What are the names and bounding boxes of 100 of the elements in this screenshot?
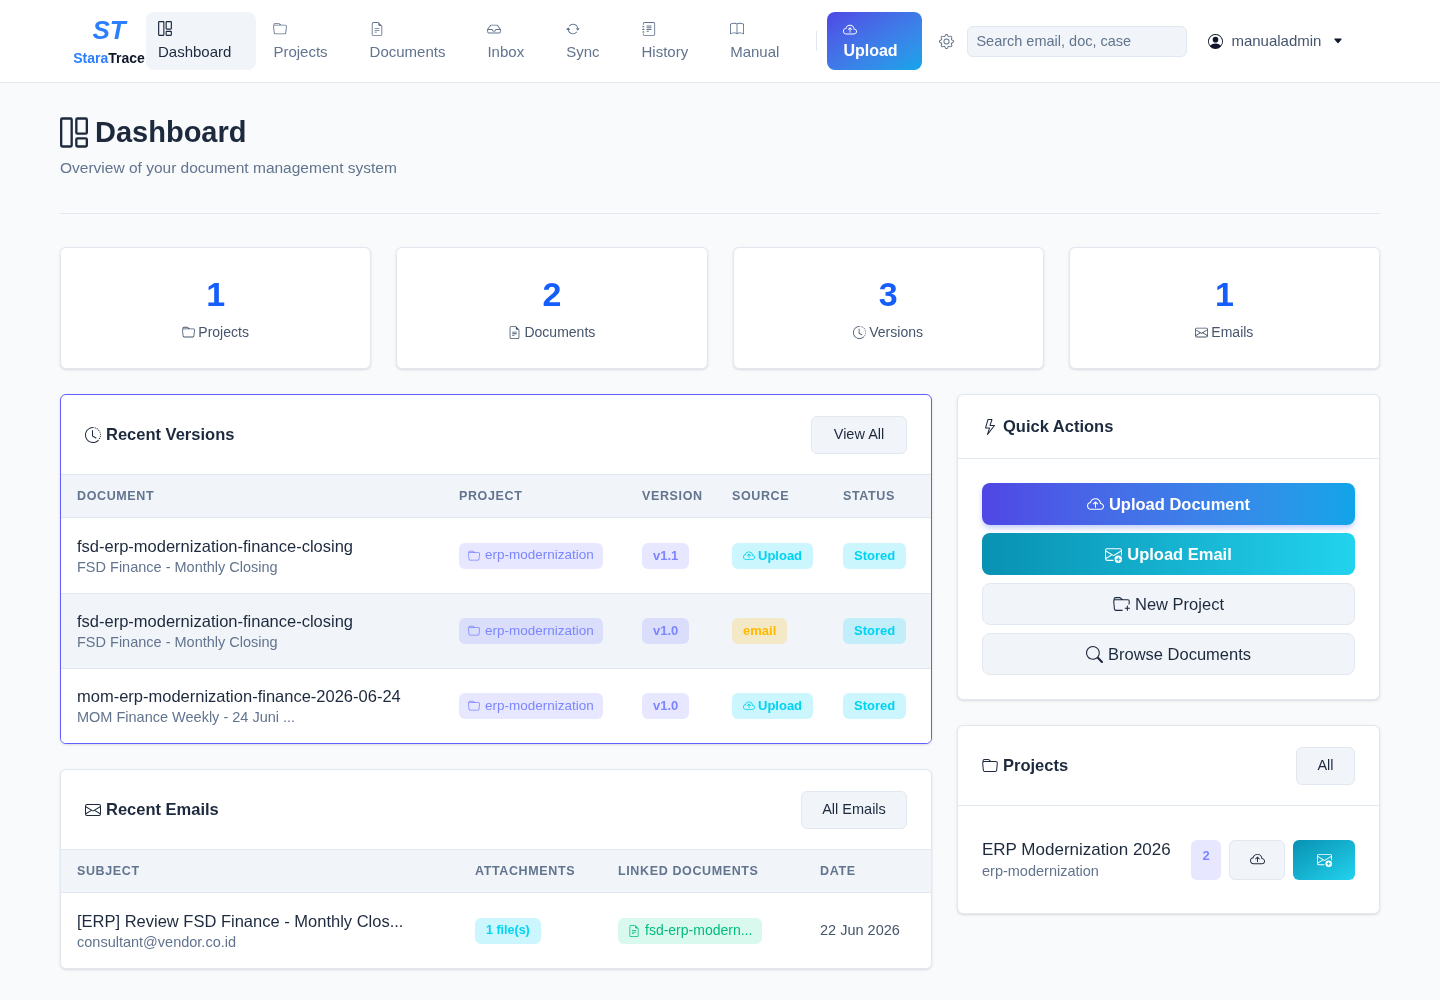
clock-icon <box>85 426 101 443</box>
view-all-button[interactable]: View All <box>811 415 907 454</box>
envelope-icon <box>1195 325 1209 339</box>
nav-tab[interactable]: Projects <box>261 12 353 70</box>
upload-document-button[interactable] <box>1229 839 1285 880</box>
cloud-upload-icon <box>843 22 858 37</box>
column-header: DATE <box>820 862 857 880</box>
upload-button[interactable]: Upload <box>827 12 923 70</box>
document-description: MOM Finance Weekly - 24 Juni ... <box>77 708 297 727</box>
column-header: SUBJECT <box>77 862 141 880</box>
version-tag: v1.0 <box>642 693 690 719</box>
column-header: STATUS <box>843 487 896 505</box>
folder-icon <box>273 21 288 36</box>
status-tag: Stored <box>843 693 907 719</box>
settings-icon[interactable] <box>939 33 955 49</box>
book-icon <box>730 21 745 36</box>
page-subtitle: Overview of your document management system <box>60 158 398 178</box>
stat-value: 1 <box>206 275 226 313</box>
journal-icon <box>641 21 656 36</box>
document-name: fsd-erp-modernization-finance-closing <box>77 535 355 557</box>
envelope-icon <box>85 801 101 818</box>
stat-value: 3 <box>878 275 898 313</box>
column-header: VERSION <box>642 487 704 505</box>
card-title: Projects <box>1003 755 1069 777</box>
cloud-upload-icon <box>1086 495 1104 513</box>
stat-label: Projects <box>198 323 249 341</box>
column-header: PROJECT <box>459 487 524 505</box>
card-title: Recent Emails <box>106 799 219 821</box>
envelope-plus-icon <box>1105 545 1123 563</box>
nav-tab[interactable]: Documents <box>357 12 471 70</box>
caret-icon <box>1333 36 1344 46</box>
column-header: SOURCE <box>732 487 791 505</box>
envelope-plus-icon <box>1316 852 1332 867</box>
quick-action-button[interactable]: Upload Email <box>982 533 1355 575</box>
quick-action-button[interactable]: Browse Documents <box>982 633 1355 675</box>
document-icon <box>628 924 640 937</box>
search-icon <box>1085 645 1103 663</box>
cloud-upload-icon <box>743 700 755 712</box>
document-name: mom-erp-modernization-finance-2026-06-24 <box>77 686 402 707</box>
document-description: FSD Finance - Monthly Closing <box>77 557 279 577</box>
logo-mark: ST <box>92 15 126 44</box>
quick-action-button[interactable]: New Project <box>982 583 1355 625</box>
attachment-count-tag: 1 file(s) <box>475 917 541 944</box>
version-tag: v1.1 <box>642 542 690 569</box>
project-link[interactable]: erp-modernization <box>459 542 603 569</box>
document-icon <box>369 21 384 36</box>
card-title: Quick Actions <box>1003 416 1114 438</box>
nav-tab[interactable]: Manual <box>718 12 805 70</box>
stat-label: Versions <box>869 323 923 341</box>
nav-tab[interactable]: Dashboard <box>146 12 257 70</box>
source-label: Upload <box>758 546 803 565</box>
status-tag: Stored <box>843 618 907 644</box>
table-row[interactable]: [ERP] Review FSD Finance - Monthly Clos... consultant@vendor.co.id 1 file(s) fsd-erp-modern... 22 Jun 2026 <box>61 893 931 968</box>
nav-tab[interactable]: Sync <box>554 12 625 70</box>
project-link[interactable]: erp-modernization <box>459 693 603 719</box>
email-date: 22 Jun 2026 <box>820 920 901 940</box>
column-header: DOCUMENT <box>77 487 156 505</box>
folder-icon <box>468 549 480 562</box>
stat-value: 1 <box>1214 275 1234 313</box>
table-row[interactable]: mom-erp-modernization-finance-2026-06-24 MOM Finance Weekly - 24 Juni ... erp-modernization v1.0 Upload Stored <box>61 668 931 743</box>
table-row[interactable]: fsd-erp-modernization-finance-closing FSD Finance - Monthly Closing erp-modernization v1.1 Upload Stored <box>61 518 931 593</box>
column-header: ATTACHMENTS <box>475 862 577 880</box>
document-count-tag: 2 <box>1191 839 1221 880</box>
folder-icon <box>468 700 480 712</box>
all-projects-button[interactable]: All <box>1296 746 1355 785</box>
folder-icon <box>182 325 196 339</box>
folder-icon <box>982 757 998 774</box>
email-sender: consultant@vendor.co.id <box>77 932 237 952</box>
document-description: FSD Finance - Monthly Closing <box>77 633 279 652</box>
lightning-icon <box>982 418 998 435</box>
user-avatar-icon <box>1208 33 1224 49</box>
document-icon <box>508 325 522 339</box>
source-label: Upload <box>758 697 803 716</box>
status-tag: Stored <box>843 542 907 569</box>
upload-email-button[interactable] <box>1293 839 1355 880</box>
stat-label: Documents <box>524 323 596 341</box>
stat-value: 2 <box>542 275 562 313</box>
document-name: fsd-erp-modernization-finance-closing <box>77 611 355 632</box>
stat-label: Emails <box>1211 323 1254 341</box>
table-row[interactable]: fsd-erp-modernization-finance-closing FSD Finance - Monthly Closing erp-modernization v1.0 email Stored <box>61 593 931 668</box>
source-label: email <box>743 622 777 641</box>
nav-tab[interactable]: Inbox <box>475 12 550 70</box>
page-title: Dashboard <box>95 117 247 148</box>
card-title: Recent Versions <box>106 424 235 446</box>
nav-tab[interactable]: History <box>629 12 714 70</box>
version-tag: v1.0 <box>642 618 690 644</box>
email-subject: [ERP] Review FSD Finance - Monthly Clos... <box>77 910 405 932</box>
cloud-upload-icon <box>743 549 755 562</box>
cloud-upload-icon <box>1249 852 1265 867</box>
folder-icon <box>468 625 480 637</box>
search-field[interactable]: Search email, doc, case <box>967 25 1188 57</box>
folder-plus-icon <box>1113 595 1130 613</box>
project-name: ERP Modernization 2026 <box>982 839 1171 861</box>
brand-name: StaraTrace <box>73 49 145 67</box>
quick-action-button[interactable]: Upload Document <box>982 483 1355 525</box>
project-slug: erp-modernization <box>982 862 1100 881</box>
dashboard-icon <box>158 21 172 36</box>
column-header: LINKED DOCUMENTS <box>618 862 760 880</box>
user-menu-button[interactable]: manualadmin <box>1208 29 1344 53</box>
all-emails-button[interactable]: All Emails <box>801 790 907 829</box>
